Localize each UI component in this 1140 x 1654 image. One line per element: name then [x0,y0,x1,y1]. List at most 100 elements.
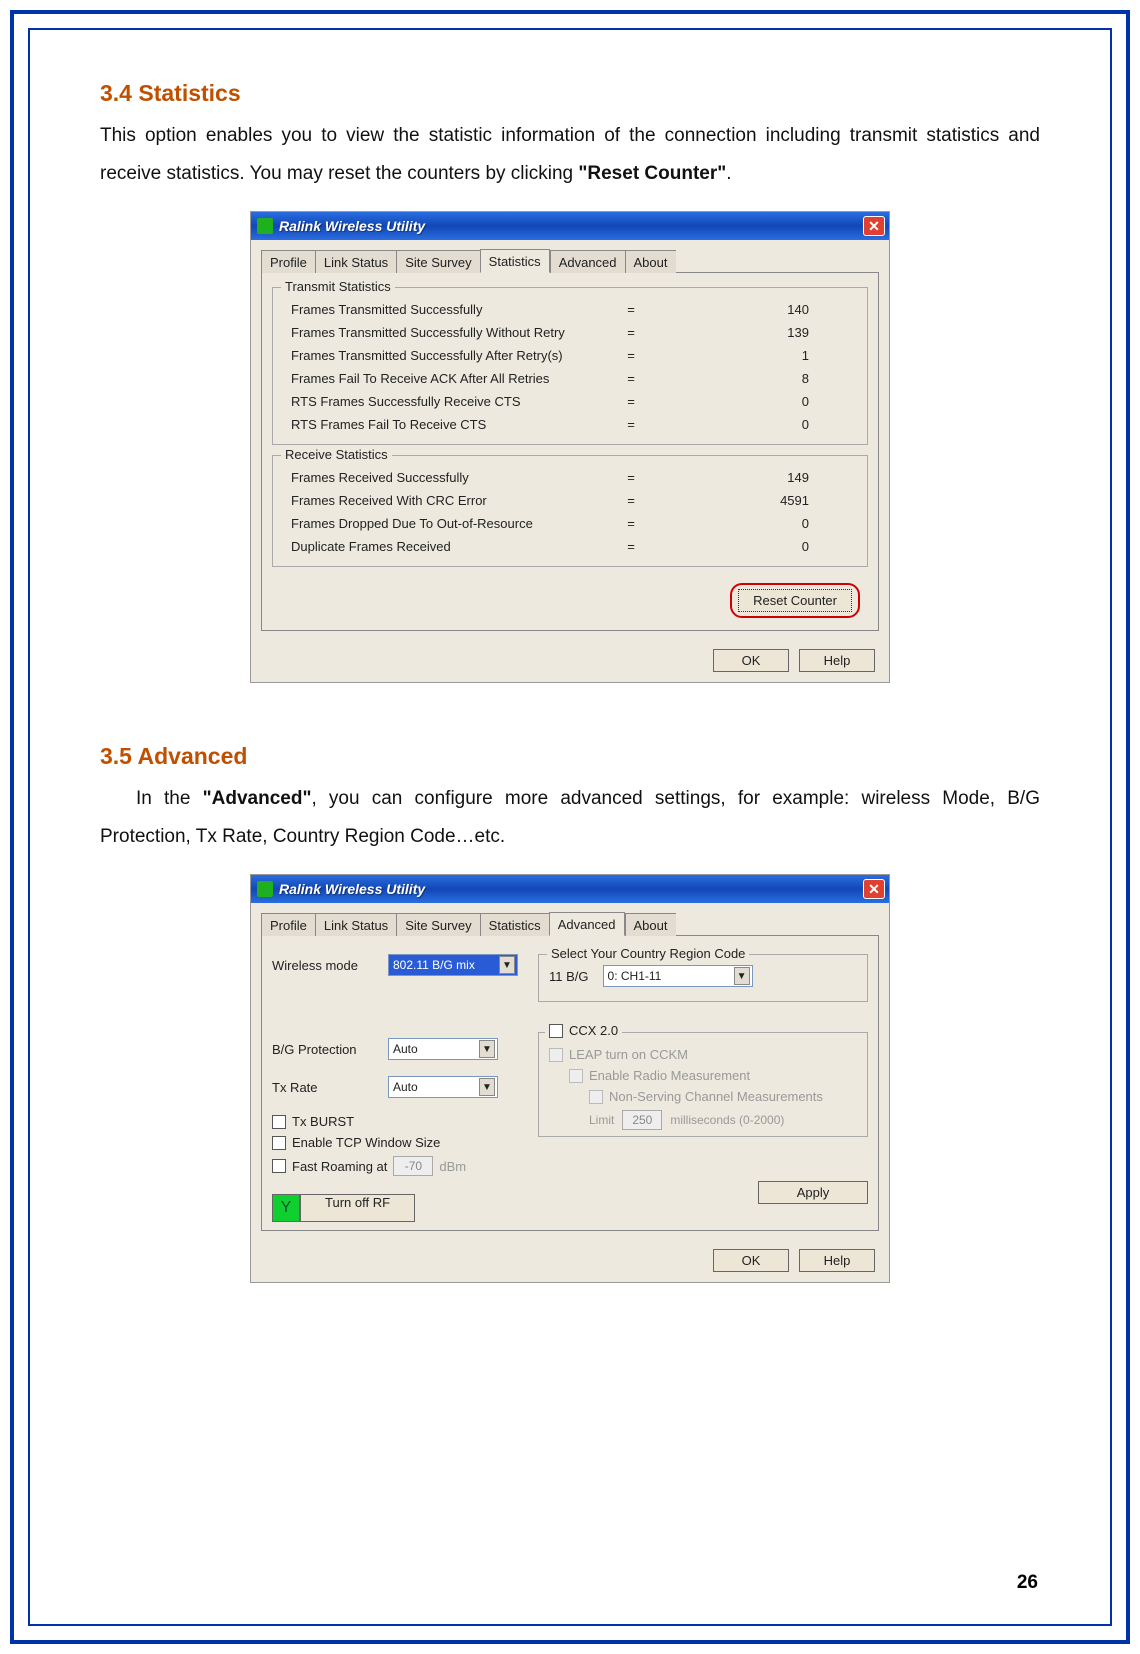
checkbox-box [272,1136,286,1150]
stat-row: Frames Fail To Receive ACK After All Ret… [285,367,855,390]
stat-value: 4591 [691,493,849,508]
stat-value: 8 [691,371,849,386]
select-value: Auto [393,1042,418,1056]
section-body-advanced: In the "Advanced", you can configure mor… [100,780,1040,856]
stat-value: 0 [691,516,849,531]
dialog-button-row: OK Help [251,641,889,682]
groupbox-title-receive: Receive Statistics [281,447,392,462]
fast-roaming-value: -70 [393,1156,433,1176]
equals-sign: = [571,417,691,432]
titlebar: Ralink Wireless Utility ✕ [251,212,889,240]
equals-sign: = [571,539,691,554]
bg-protection-select[interactable]: Auto ▼ [388,1038,498,1060]
window-title: Ralink Wireless Utility [279,881,863,897]
tab-about[interactable]: About [625,913,676,936]
tab-panel-advanced: Wireless mode 802.11 B/G mix ▼ B/G Prote… [261,935,879,1231]
app-icon [257,881,273,897]
limit-label: Limit [589,1113,614,1127]
close-button[interactable]: ✕ [863,216,885,236]
chevron-down-icon: ▼ [479,1078,495,1096]
stat-value: 0 [691,417,849,432]
tx-burst-checkbox[interactable]: Tx BURST [272,1114,522,1129]
turn-off-rf-button[interactable]: Turn off RF [300,1194,415,1222]
tab-site-survey[interactable]: Site Survey [396,913,479,936]
stat-value: 0 [691,539,849,554]
window-title: Ralink Wireless Utility [279,218,863,234]
tab-advanced[interactable]: Advanced [550,250,625,273]
tab-profile[interactable]: Profile [261,250,315,273]
ccx-label: CCX 2.0 [569,1023,618,1038]
stat-row: Frames Dropped Due To Out-of-Resource=0 [285,512,855,535]
tab-site-survey[interactable]: Site Survey [396,250,479,273]
ok-button[interactable]: OK [713,1249,789,1272]
stat-value: 139 [691,325,849,340]
select-value: Auto [393,1080,418,1094]
tab-statistics[interactable]: Statistics [480,249,550,273]
wireless-mode-label: Wireless mode [272,958,376,973]
chevron-down-icon: ▼ [499,956,515,974]
checkbox-box [272,1159,286,1173]
bold-advanced: "Advanced" [203,788,312,809]
checkbox-label: Tx BURST [292,1114,354,1129]
help-button[interactable]: Help [799,1249,875,1272]
checkbox-label: Enable TCP Window Size [292,1135,440,1150]
tab-link-status[interactable]: Link Status [315,913,396,936]
country-region-select[interactable]: 0: CH1-11 ▼ [603,965,753,987]
checkbox-box [272,1115,286,1129]
tx-rate-label: Tx Rate [272,1080,376,1095]
stat-value: 149 [691,470,849,485]
tab-panel-statistics: Transmit Statistics Frames Transmitted S… [261,272,879,631]
equals-sign: = [571,371,691,386]
titlebar: Ralink Wireless Utility ✕ [251,875,889,903]
country-band-label: 11 B/G [549,969,589,984]
equals-sign: = [571,493,691,508]
tx-rate-select[interactable]: Auto ▼ [388,1076,498,1098]
stat-row: Frames Received With CRC Error=4591 [285,489,855,512]
limit-value: 250 [622,1110,662,1130]
reset-button-row: Reset Counter [272,577,868,622]
stat-label: Frames Transmitted Successfully After Re… [291,348,571,363]
close-icon: ✕ [868,881,880,898]
bold-reset-counter: "Reset Counter" [578,163,726,184]
leap-checkbox: LEAP turn on CCKM [549,1047,857,1062]
non-serving-checkbox: Non-Serving Channel Measurements [549,1089,857,1104]
stat-label: Frames Dropped Due To Out-of-Resource [291,516,571,531]
tab-link-status[interactable]: Link Status [315,250,396,273]
stat-label: RTS Frames Successfully Receive CTS [291,394,571,409]
stat-row: Frames Transmitted Successfully=140 [285,298,855,321]
tab-strip: Profile Link Status Site Survey Statisti… [251,240,889,272]
checkbox-label: Fast Roaming at [292,1159,387,1174]
stat-label: Frames Received With CRC Error [291,493,571,508]
app-icon [257,218,273,234]
checkbox-box [589,1090,603,1104]
groupbox-receive: Receive Statistics Frames Received Succe… [272,455,868,567]
equals-sign: = [571,516,691,531]
tab-profile[interactable]: Profile [261,913,315,936]
stat-row: RTS Frames Successfully Receive CTS=0 [285,390,855,413]
apply-button[interactable]: Apply [758,1181,868,1204]
ccx-checkbox-box[interactable] [549,1024,563,1038]
reset-highlight-annotation: Reset Counter [730,583,860,618]
ok-button[interactable]: OK [713,649,789,672]
bg-protection-label: B/G Protection [272,1042,376,1057]
stat-label: Frames Fail To Receive ACK After All Ret… [291,371,571,386]
fast-roaming-unit: dBm [439,1159,466,1174]
reset-counter-button[interactable]: Reset Counter [738,589,852,612]
stat-row: RTS Frames Fail To Receive CTS=0 [285,413,855,436]
radio-measurement-checkbox: Enable Radio Measurement [549,1068,857,1083]
wireless-mode-select[interactable]: 802.11 B/G mix ▼ [388,954,518,976]
fast-roaming-checkbox[interactable]: Fast Roaming at -70 dBm [272,1156,522,1176]
stat-label: Duplicate Frames Received [291,539,571,554]
tab-statistics[interactable]: Statistics [480,913,549,936]
page-inner-border: 3.4 Statistics This option enables you t… [28,28,1112,1626]
stat-value: 140 [691,302,849,317]
screenshot-advanced-window: Ralink Wireless Utility ✕ Profile Link S… [250,874,890,1283]
close-button[interactable]: ✕ [863,879,885,899]
help-button[interactable]: Help [799,649,875,672]
groupbox-transmit: Transmit Statistics Frames Transmitted S… [272,287,868,445]
limit-row: Limit 250 milliseconds (0-2000) [549,1110,857,1130]
tcp-window-checkbox[interactable]: Enable TCP Window Size [272,1135,522,1150]
equals-sign: = [571,325,691,340]
tab-about[interactable]: About [625,250,676,273]
tab-advanced[interactable]: Advanced [549,912,625,936]
